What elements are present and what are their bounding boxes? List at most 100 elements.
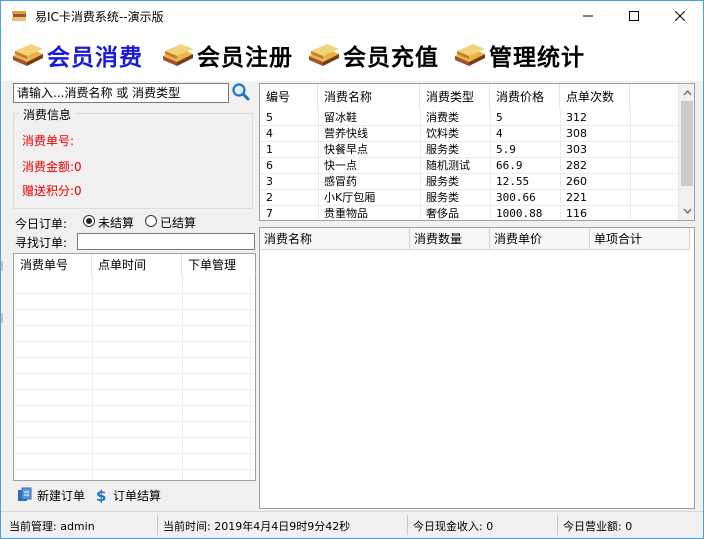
table-cell[interactable]: 小K厅包厢 (318, 190, 420, 206)
table-cell[interactable]: 66.9 (490, 158, 560, 174)
column-header[interactable]: 消费名称 (260, 228, 410, 250)
settled-label[interactable]: 已结算 (160, 214, 196, 231)
table-cell[interactable]: 116 (560, 206, 630, 220)
minimize-icon (583, 15, 593, 17)
table-cell[interactable]: 营养快线 (318, 126, 420, 142)
menu-label: 会员充值 (343, 44, 439, 71)
menu-member-consume[interactable]: 会员消费 (11, 39, 143, 71)
table-cell[interactable]: 7 (260, 206, 318, 220)
menu-member-register[interactable]: 会员注册 (161, 39, 293, 71)
status-separator (557, 515, 558, 535)
column-header[interactable]: 消费单价 (490, 228, 590, 250)
table-cell[interactable]: 饮料类 (420, 126, 490, 142)
menu-member-recharge[interactable]: 会员充值 (307, 39, 439, 71)
column-header[interactable]: 点单时间 (92, 254, 182, 276)
find-order-label: 寻找订单: (15, 236, 68, 250)
grid-line (182, 276, 183, 480)
menu-label: 管理统计 (489, 44, 585, 71)
table-cell[interactable]: 303 (560, 142, 630, 158)
table-cell[interactable]: 5 (260, 110, 318, 126)
column-header[interactable]: 消费名称 (318, 84, 420, 110)
chevron-down-icon (683, 208, 692, 214)
chevron-up-icon (683, 90, 692, 96)
consume-info-group: 消费信息 消费单号: 消费金额:0 赠送积分:0 (13, 106, 253, 209)
column-header[interactable]: 点单次数 (560, 84, 630, 110)
checkout-button[interactable]: $ 订单结算 (95, 486, 161, 504)
table-cell[interactable]: 1 (260, 142, 318, 158)
grid-line (14, 405, 255, 406)
column-header[interactable]: 下单管理 (182, 254, 255, 276)
table-cell[interactable]: 308 (560, 126, 630, 142)
status-cash-income: 今日现金收入: 0 (413, 520, 494, 533)
search-button[interactable] (231, 82, 251, 102)
new-order-button[interactable]: 新建订单 (17, 486, 85, 504)
vertical-scrollbar[interactable] (678, 84, 694, 220)
table-cell[interactable]: 5 (490, 110, 560, 126)
window-title: 易IC卡消费系统--演示版 (35, 10, 164, 24)
table-cell[interactable]: 快一点 (318, 158, 420, 174)
today-orders-label: 今日订单: (15, 217, 68, 231)
table-cell[interactable]: 282 (560, 158, 630, 174)
table-cell[interactable]: 4 (490, 126, 560, 142)
grid-line (14, 309, 255, 310)
status-revenue: 今日营业额: 0 (563, 520, 633, 533)
radio-unsettled[interactable] (83, 215, 95, 227)
search-icon (232, 83, 250, 101)
search-input[interactable]: 请输入...消费名称 或 消费类型 (13, 83, 229, 103)
order-detail-table[interactable]: 消费名称 消费数量 消费单价 单项合计 (259, 227, 695, 509)
column-header[interactable]: 单项合计 (590, 228, 690, 250)
find-order-input[interactable] (77, 233, 255, 250)
close-button[interactable] (657, 1, 703, 31)
column-header[interactable]: 消费数量 (410, 228, 490, 250)
table-cell[interactable]: 服务类 (420, 190, 490, 206)
table-cell[interactable]: 5.9 (490, 142, 560, 158)
table-cell[interactable]: 260 (560, 174, 630, 190)
table-cell[interactable]: 快餐早点 (318, 142, 420, 158)
books-icon (12, 11, 26, 21)
grid-line (14, 469, 255, 470)
orders-table[interactable]: 消费单号 点单时间 下单管理 (13, 253, 256, 481)
table-cell[interactable]: 312 (560, 110, 630, 126)
amount-label: 消费金额:0 (22, 160, 82, 174)
table-cell[interactable]: 2 (260, 190, 318, 206)
grid-line (14, 293, 255, 294)
table-cell[interactable]: 4 (260, 126, 318, 142)
grid-line (250, 276, 251, 480)
table-cell[interactable]: 12.55 (490, 174, 560, 190)
table-cell[interactable]: 221 (560, 190, 630, 206)
group-title: 消费信息 (20, 106, 75, 123)
column-header[interactable]: 消费单号 (14, 254, 92, 276)
table-cell[interactable]: 随机测试 (420, 158, 490, 174)
maximize-button[interactable] (611, 1, 657, 31)
table-cell[interactable]: 300.66 (490, 190, 560, 206)
table-cell[interactable]: 3 (260, 174, 318, 190)
table-cell[interactable]: 1000.88 (490, 206, 560, 220)
minimize-button[interactable] (565, 1, 611, 31)
table-cell[interactable]: 服务类 (420, 174, 490, 190)
table-cell[interactable]: 贵重物品 (318, 206, 420, 220)
grid-line (92, 276, 93, 480)
edge-mark (1, 261, 3, 271)
table-cell[interactable]: 留冰鞋 (318, 110, 420, 126)
status-separator (407, 515, 408, 535)
status-time: 当前时间: 2019年4月4日9时9分42秒 (163, 520, 351, 533)
radio-settled[interactable] (145, 215, 157, 227)
column-header[interactable]: 编号 (260, 84, 318, 110)
table-cell[interactable]: 服务类 (420, 142, 490, 158)
unsettled-label[interactable]: 未结算 (98, 214, 134, 231)
books-icon (309, 44, 339, 66)
menu-management-stats[interactable]: 管理统计 (453, 39, 585, 71)
table-cell[interactable]: 感冒药 (318, 174, 420, 190)
new-document-icon (18, 487, 32, 501)
close-icon (675, 11, 685, 21)
scroll-thumb[interactable] (681, 101, 693, 186)
table-cell[interactable]: 6 (260, 158, 318, 174)
column-header[interactable]: 消费类型 (420, 84, 490, 110)
grid-line (14, 389, 255, 390)
table-cell[interactable]: 消费类 (420, 110, 490, 126)
products-table[interactable]: 编号 消费名称 消费类型 消费价格 点单次数 5 留冰鞋 消费类 5 312 4 营养快线饮… (259, 83, 695, 221)
title-bar[interactable]: 易IC卡消费系统--演示版 (1, 1, 703, 31)
column-header[interactable]: 消费价格 (490, 84, 560, 110)
table-cell[interactable]: 奢侈品 (420, 206, 490, 220)
main-content: 请输入...消费名称 或 消费类型 消费信息 消费单号: 消费金额:0 赠送积分… (1, 81, 703, 511)
